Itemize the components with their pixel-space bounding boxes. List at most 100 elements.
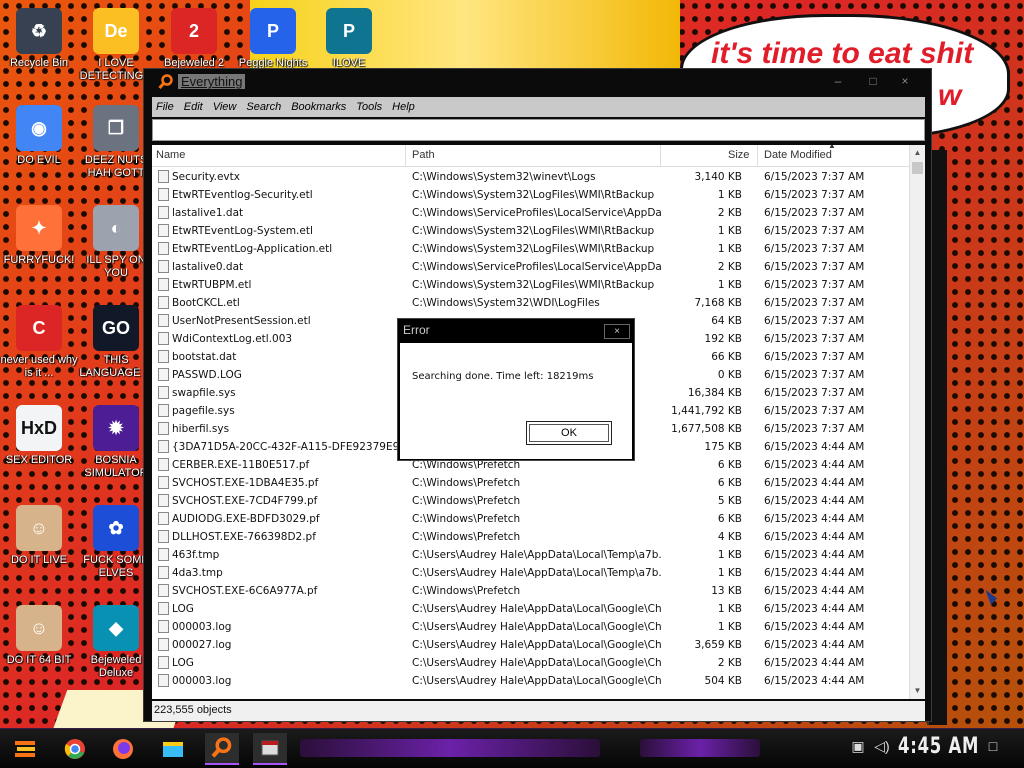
taskbar-app[interactable] — [253, 733, 287, 765]
file-icon — [158, 188, 169, 201]
desktop-icon[interactable]: ◉ DO EVIL — [0, 105, 78, 167]
search-input[interactable] — [152, 119, 925, 141]
table-row[interactable]: 000003.log C:\Users\Audrey Hale\AppData\L… — [152, 618, 909, 636]
row-date: 6/15/2023 4:44 AM — [764, 531, 865, 543]
taskbar-everything[interactable] — [205, 733, 239, 765]
column-name[interactable]: Name — [156, 149, 185, 161]
start-button[interactable] — [8, 733, 42, 765]
column-divider[interactable] — [757, 145, 758, 167]
menu-view[interactable]: View — [213, 101, 237, 113]
table-row[interactable]: SVCHOST.EXE-1DBA4E35.pf C:\Windows\Prefet… — [152, 474, 909, 492]
desktop-icon[interactable]: ☺ DO IT LIVE — [0, 505, 78, 567]
project-icon: P — [326, 8, 372, 54]
menu-search[interactable]: Search — [246, 101, 281, 113]
row-path: C:\Windows\Prefetch — [412, 585, 521, 597]
table-row[interactable]: SVCHOST.EXE-7CD4F799.pf C:\Windows\Prefet… — [152, 492, 909, 510]
file-icon — [158, 296, 169, 309]
table-row[interactable]: DLLHOST.EXE-766398D2.pf C:\Windows\Prefet… — [152, 528, 909, 546]
maximize-button[interactable]: □ — [859, 71, 887, 91]
table-row[interactable]: LOG C:\Users\Audrey Hale\AppData\Local\Go… — [152, 654, 909, 672]
table-row[interactable]: EtwRTUBPM.etl C:\Windows\System32\LogFile… — [152, 276, 909, 294]
close-button[interactable]: × — [891, 71, 919, 91]
volume-icon[interactable]: ◁) — [872, 737, 892, 755]
menu-file[interactable]: File — [156, 101, 174, 113]
table-row[interactable]: 4da3.tmp C:\Users\Audrey Hale\AppData\Loc… — [152, 564, 909, 582]
network-icon[interactable]: ▣ — [848, 737, 868, 755]
taskbar-chrome[interactable] — [58, 733, 92, 765]
table-row[interactable]: BootCKCL.etl C:\Windows\System32\WDI\LogF… — [152, 294, 909, 312]
row-size: 192 KB — [704, 333, 742, 345]
row-date: 6/15/2023 4:44 AM — [764, 675, 865, 687]
scroll-up-icon[interactable]: ▲ — [910, 145, 925, 160]
menu-edit[interactable]: Edit — [184, 101, 203, 113]
table-row[interactable]: LOG C:\Users\Audrey Hale\AppData\Local\Go… — [152, 600, 909, 618]
table-row[interactable]: 463f.tmp C:\Users\Audrey Hale\AppData\Loc… — [152, 546, 909, 564]
desktop-icon[interactable]: P Peggle Nights — [234, 8, 312, 70]
scroll-thumb[interactable] — [912, 162, 923, 174]
row-name: EtwRTEventLog-System.etl — [172, 225, 313, 237]
recycle-bin-icon: ♻ — [16, 8, 62, 54]
taskbar-clock[interactable]: 4:45 AM — [898, 734, 979, 759]
scroll-down-icon[interactable]: ▼ — [910, 683, 925, 698]
file-icon — [158, 494, 169, 507]
table-row[interactable]: 000027.log C:\Users\Audrey Hale\AppData\L… — [152, 636, 909, 654]
table-row[interactable]: AUDIODG.EXE-BDFD3029.pf C:\Windows\Prefet… — [152, 510, 909, 528]
table-row[interactable]: SVCHOST.EXE-6C6A977A.pf C:\Windows\Prefet… — [152, 582, 909, 600]
menu-bookmarks[interactable]: Bookmarks — [291, 101, 346, 113]
table-row[interactable]: 000003.log C:\Users\Audrey Hale\AppData\L… — [152, 672, 909, 690]
row-path: C:\Users\Audrey Hale\AppData\Local\Googl… — [412, 603, 662, 615]
row-name: AUDIODG.EXE-BDFD3029.pf — [172, 513, 320, 525]
row-name: DLLHOST.EXE-766398D2.pf — [172, 531, 316, 543]
title-bar[interactable]: Everything – □ × — [144, 69, 931, 95]
taskbar-firefox[interactable] — [106, 733, 140, 765]
column-divider[interactable] — [660, 145, 661, 167]
row-name: lastalive0.dat — [172, 261, 244, 273]
column-divider[interactable] — [405, 145, 406, 167]
table-row[interactable]: EtwRTEventLog-Application.etl C:\Windows\… — [152, 240, 909, 258]
file-icon — [158, 476, 169, 489]
copy-icon: ❐ — [93, 105, 139, 151]
desktop-icon[interactable]: HxD SEX EDITOR — [0, 405, 78, 467]
row-size: 6 KB — [717, 477, 742, 489]
row-date: 6/15/2023 7:37 AM — [764, 333, 865, 345]
row-date: 6/15/2023 4:44 AM — [764, 585, 865, 597]
column-path[interactable]: Path — [412, 149, 435, 161]
row-date: 6/15/2023 7:37 AM — [764, 351, 865, 363]
file-icon — [158, 260, 169, 273]
row-path: C:\Users\Audrey Hale\AppData\Local\Googl… — [412, 621, 662, 633]
column-size[interactable]: Size — [728, 149, 749, 161]
table-row[interactable]: Security.evtx C:\Windows\System32\winevt\… — [152, 168, 909, 186]
column-date-modified[interactable]: Date Modified — [764, 149, 832, 161]
taskbar-decoration — [640, 739, 760, 757]
table-row[interactable]: EtwRTEventLog-System.etl C:\Windows\Syste… — [152, 222, 909, 240]
menu-help[interactable]: Help — [392, 101, 415, 113]
desktop-icon[interactable]: P ILOVE — [310, 8, 388, 70]
table-row[interactable]: lastalive0.dat C:\Windows\ServiceProfiles… — [152, 258, 909, 276]
row-date: 6/15/2023 7:37 AM — [764, 297, 865, 309]
desktop-icon[interactable]: Cnever used why is it ... — [0, 305, 78, 380]
desktop-icon[interactable]: 2 Bejeweled 2 — [155, 8, 233, 70]
desktop-icon[interactable]: ♻ Recycle Bin — [0, 8, 78, 70]
de-icon: De — [93, 8, 139, 54]
start-icon — [15, 741, 35, 757]
taskbar-file-explorer[interactable] — [156, 733, 190, 765]
ok-button[interactable]: OK — [526, 421, 612, 445]
minimize-button[interactable]: – — [824, 71, 852, 91]
notification-icon[interactable]: □ — [983, 737, 1003, 755]
row-date: 6/15/2023 7:37 AM — [764, 261, 865, 273]
vertical-scrollbar[interactable]: ▲ ▼ — [909, 145, 925, 699]
desktop-icon[interactable]: ☺ DO IT 64 BIT — [0, 605, 78, 667]
table-row[interactable]: lastalive1.dat C:\Windows\ServiceProfiles… — [152, 204, 909, 222]
table-row[interactable]: EtwRTEventlog-Security.etl C:\Windows\Sys… — [152, 186, 909, 204]
column-header: Name Path Size Date Modified ▲ — [152, 145, 909, 167]
desktop-icon[interactable]: ✦ FURRYFUCK! — [0, 205, 78, 267]
menu-tools[interactable]: Tools — [356, 101, 382, 113]
row-size: 64 KB — [711, 315, 742, 327]
row-size: 1 KB — [717, 567, 742, 579]
file-icon — [158, 512, 169, 525]
row-path: C:\Windows\System32\LogFiles\WMI\RtBacku… — [412, 189, 655, 201]
error-dialog: Error × Searching done. Time left: 18219… — [397, 318, 635, 461]
row-date: 6/15/2023 4:44 AM — [764, 621, 865, 633]
row-size: 1,677,508 KB — [671, 423, 742, 435]
dialog-close-button[interactable]: × — [604, 324, 630, 339]
